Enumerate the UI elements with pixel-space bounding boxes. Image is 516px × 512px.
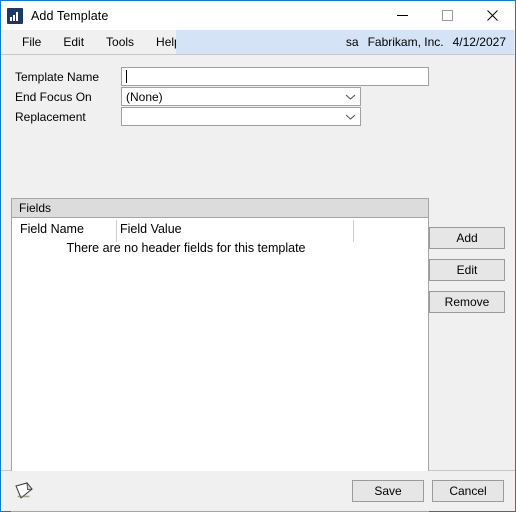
field-action-buttons: Add Edit Remove: [429, 227, 505, 313]
fields-group: Fields Field Name Field Value There are …: [11, 198, 429, 512]
bar-chart-icon: [7, 7, 23, 24]
column-divider-1: [116, 220, 117, 242]
column-header-field-value: Field Value: [120, 222, 182, 236]
note-icon[interactable]: [13, 481, 35, 501]
row-replacement: Replacement: [13, 107, 429, 126]
cancel-button[interactable]: Cancel: [432, 480, 504, 502]
remove-button[interactable]: Remove: [429, 291, 505, 313]
chevron-down-icon[interactable]: [345, 108, 356, 125]
template-form: Template Name End Focus On (None) Replac…: [13, 67, 429, 126]
replacement-label: Replacement: [15, 109, 86, 124]
add-template-window: Add Template File Edit Tools Help sa Fab…: [0, 0, 516, 512]
edit-button[interactable]: Edit: [429, 259, 505, 281]
end-focus-on-value: (None): [126, 89, 163, 104]
close-icon[interactable]: [470, 1, 515, 30]
fields-group-header: Fields: [12, 199, 428, 218]
row-end-focus-on: End Focus On (None): [13, 87, 429, 106]
chevron-down-icon[interactable]: [345, 88, 356, 105]
save-button[interactable]: Save: [352, 480, 424, 502]
footer-bar: Save Cancel: [1, 471, 515, 511]
template-name-label: Template Name: [15, 69, 100, 84]
status-date: 4/12/2027: [452, 35, 506, 49]
add-button[interactable]: Add: [429, 227, 505, 249]
fields-list[interactable]: Field Name Field Value There are no head…: [12, 218, 428, 511]
status-company: Fabrikam, Inc.: [367, 35, 444, 49]
end-focus-on-dropdown[interactable]: (None): [121, 87, 361, 106]
window-content: Template Name End Focus On (None) Replac…: [1, 55, 515, 512]
footer-buttons: Save Cancel: [352, 480, 504, 502]
column-header-field-name: Field Name: [20, 222, 84, 236]
menu-item-tools[interactable]: Tools: [95, 30, 145, 54]
template-name-input[interactable]: [121, 67, 429, 86]
status-strip: sa Fabrikam, Inc. 4/12/2027: [176, 30, 514, 54]
fields-empty-message: There are no header fields for this temp…: [66, 241, 306, 255]
menu-items: File Edit Tools Help: [1, 30, 192, 54]
status-user: sa: [345, 35, 359, 49]
title-bar: Add Template: [1, 1, 515, 30]
column-divider-2: [353, 220, 354, 242]
menu-item-file[interactable]: File: [11, 30, 52, 54]
menu-bar: File Edit Tools Help sa Fabrikam, Inc. 4…: [1, 30, 515, 54]
maximize-icon[interactable]: [425, 1, 470, 30]
text-caret: [126, 70, 127, 83]
minimize-icon[interactable]: [380, 1, 425, 30]
menu-item-edit[interactable]: Edit: [52, 30, 95, 54]
row-template-name: Template Name: [13, 67, 429, 86]
replacement-dropdown[interactable]: [121, 107, 361, 126]
fields-list-header: Field Name Field Value: [12, 218, 428, 242]
end-focus-on-label: End Focus On: [15, 89, 92, 104]
window-controls: [380, 1, 515, 30]
window-title: Add Template: [31, 8, 109, 23]
